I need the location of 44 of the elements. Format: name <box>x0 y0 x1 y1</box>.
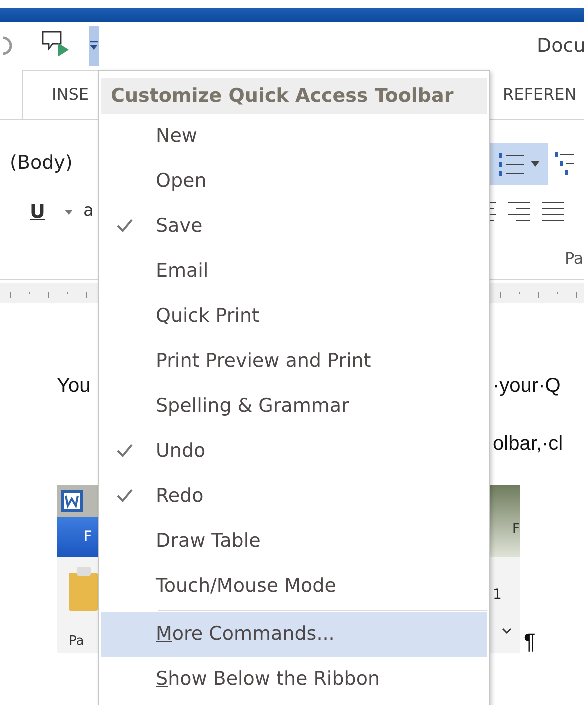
menu-item[interactable]: Print Preview and Print <box>101 339 487 384</box>
group-label: Pa <box>565 248 584 270</box>
numbered-list-icon <box>498 150 525 178</box>
menu-item[interactable]: Save <box>101 204 487 249</box>
menu-item[interactable]: More Commands... <box>101 612 487 657</box>
menu-item[interactable]: Show Below the Ribbon <box>101 657 487 702</box>
menu-title: Customize Quick Access Toolbar <box>101 78 487 114</box>
menu-item[interactable]: Quick Print <box>101 294 487 339</box>
cell-value: 1 <box>493 586 503 605</box>
menu-item[interactable]: Draw Table <box>101 519 487 564</box>
menu-item[interactable]: Redo <box>101 474 487 519</box>
document-title: Docu <box>537 34 584 59</box>
numbering-button[interactable] <box>490 143 548 185</box>
tab-label: F <box>84 528 92 546</box>
undo-icon[interactable] <box>3 35 13 57</box>
menu-item[interactable]: Spelling & Grammar <box>101 384 487 429</box>
font-name-field[interactable]: (Body) <box>10 148 73 178</box>
ribbon-tab[interactable]: REFEREN <box>503 82 577 106</box>
paragraph-text: ·your·Q <box>493 374 561 399</box>
menu-item[interactable]: Open <box>101 159 487 204</box>
pilcrow-mark: ¶ <box>524 628 536 656</box>
paragraph-text: olbar,·cl <box>493 432 564 457</box>
align-left-icon[interactable] <box>490 200 496 224</box>
caret-icon <box>531 161 540 167</box>
word-logo-icon <box>61 490 83 512</box>
font-color-button[interactable]: a <box>83 199 94 225</box>
menu-item[interactable]: Undo <box>101 429 487 474</box>
menu-item[interactable]: Email <box>101 249 487 294</box>
tab-label: F <box>512 520 520 538</box>
chevron-icon <box>502 628 512 634</box>
align-right-icon[interactable] <box>508 200 530 224</box>
checkmark-icon <box>117 489 133 502</box>
checkmark-icon <box>117 444 133 457</box>
button-label: Pa <box>69 632 86 650</box>
checkmark-icon <box>117 219 133 232</box>
menu-item[interactable]: Touch/Mouse Mode <box>101 564 487 609</box>
paragraph-text: You <box>57 374 91 399</box>
caret-icon[interactable] <box>65 210 74 214</box>
menu-item[interactable]: New <box>101 114 487 159</box>
underline-button[interactable]: U <box>30 198 46 226</box>
customize-toolbar-button[interactable] <box>89 26 99 66</box>
clipboard-icon <box>69 567 98 611</box>
dropdown-icon <box>89 40 99 52</box>
justify-icon[interactable] <box>542 200 564 224</box>
